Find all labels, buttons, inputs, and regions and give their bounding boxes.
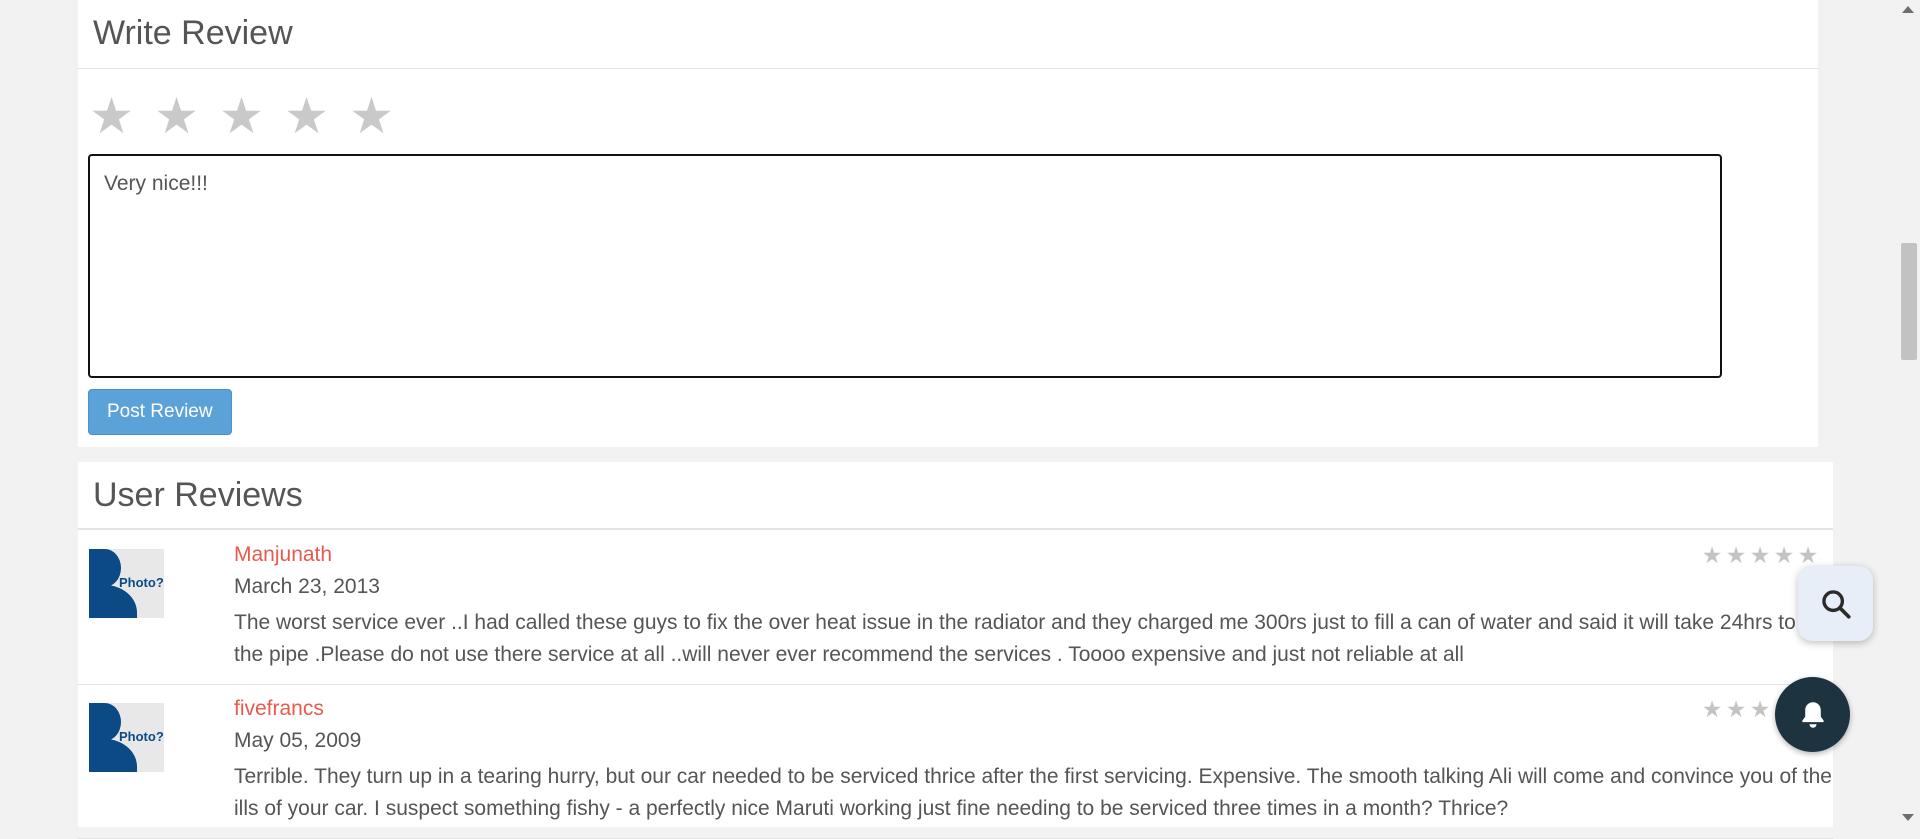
- rating-input: ★ ★ ★ ★ ★: [88, 86, 395, 146]
- review-date: March 23, 2013: [234, 575, 380, 598]
- star-icon: ★: [1701, 542, 1723, 568]
- avatar-placeholder-text: Photo?: [119, 575, 164, 590]
- post-review-button[interactable]: Post Review: [88, 389, 232, 435]
- review-date: May 05, 2009: [234, 729, 362, 752]
- search-icon: [1821, 589, 1851, 619]
- write-review-heading: Write Review: [78, 0, 1818, 69]
- star-icon: ★: [1749, 542, 1771, 568]
- review-text: Terrible. They turn up in a tearing hurr…: [234, 765, 1832, 820]
- user-reviews-panel: User Reviews Photo? Manjunath March 23, …: [78, 462, 1833, 839]
- star-icon: ★: [1797, 542, 1819, 568]
- user-reviews-title: User Reviews: [93, 476, 303, 514]
- notification-fab-button[interactable]: [1775, 677, 1850, 752]
- write-review-panel: Write Review ★ ★ ★ ★ ★ Very nice!!! Post…: [78, 0, 1818, 447]
- review-text: The worst service ever ..I had called th…: [234, 611, 1823, 666]
- scroll-down-arrow-icon[interactable]: [1902, 814, 1914, 821]
- avatar: Photo?: [89, 549, 164, 618]
- star-icon: ★: [1701, 696, 1723, 722]
- review-item: Photo? Manjunath March 23, 2013 The wors…: [78, 531, 1833, 685]
- star-icon: ★: [1773, 542, 1795, 568]
- bell-icon: [1801, 701, 1824, 728]
- rating-star-1[interactable]: ★: [88, 86, 135, 146]
- rating-star-5[interactable]: ★: [348, 86, 395, 146]
- rating-star-3[interactable]: ★: [218, 86, 265, 146]
- avatar-shape: [89, 703, 121, 741]
- avatar-shape: [89, 549, 121, 587]
- avatar: Photo?: [89, 703, 164, 772]
- rating-star-2[interactable]: ★: [153, 86, 200, 146]
- star-icon: ★: [1725, 696, 1747, 722]
- user-reviews-heading: User Reviews: [78, 462, 1833, 530]
- write-review-title: Write Review: [93, 14, 293, 52]
- vertical-scrollbar[interactable]: [1897, 0, 1920, 827]
- avatar-placeholder-text: Photo?: [119, 729, 164, 744]
- review-rating: ★ ★ ★ ★ ★: [1701, 541, 1819, 569]
- star-icon: ★: [1725, 542, 1747, 568]
- review-textarea[interactable]: Very nice!!!: [88, 154, 1722, 378]
- reviewer-name-link[interactable]: fivefrancs: [234, 697, 324, 721]
- scrollbar-thumb[interactable]: [1901, 243, 1917, 360]
- star-icon: ★: [1749, 696, 1771, 722]
- rating-star-4[interactable]: ★: [283, 86, 330, 146]
- review-item: Photo? fivefrancs May 05, 2009 Terrible.…: [78, 685, 1833, 839]
- scroll-up-arrow-icon[interactable]: [1902, 6, 1914, 13]
- reviewer-name-link[interactable]: Manjunath: [234, 543, 332, 567]
- search-fab-button[interactable]: [1798, 566, 1873, 641]
